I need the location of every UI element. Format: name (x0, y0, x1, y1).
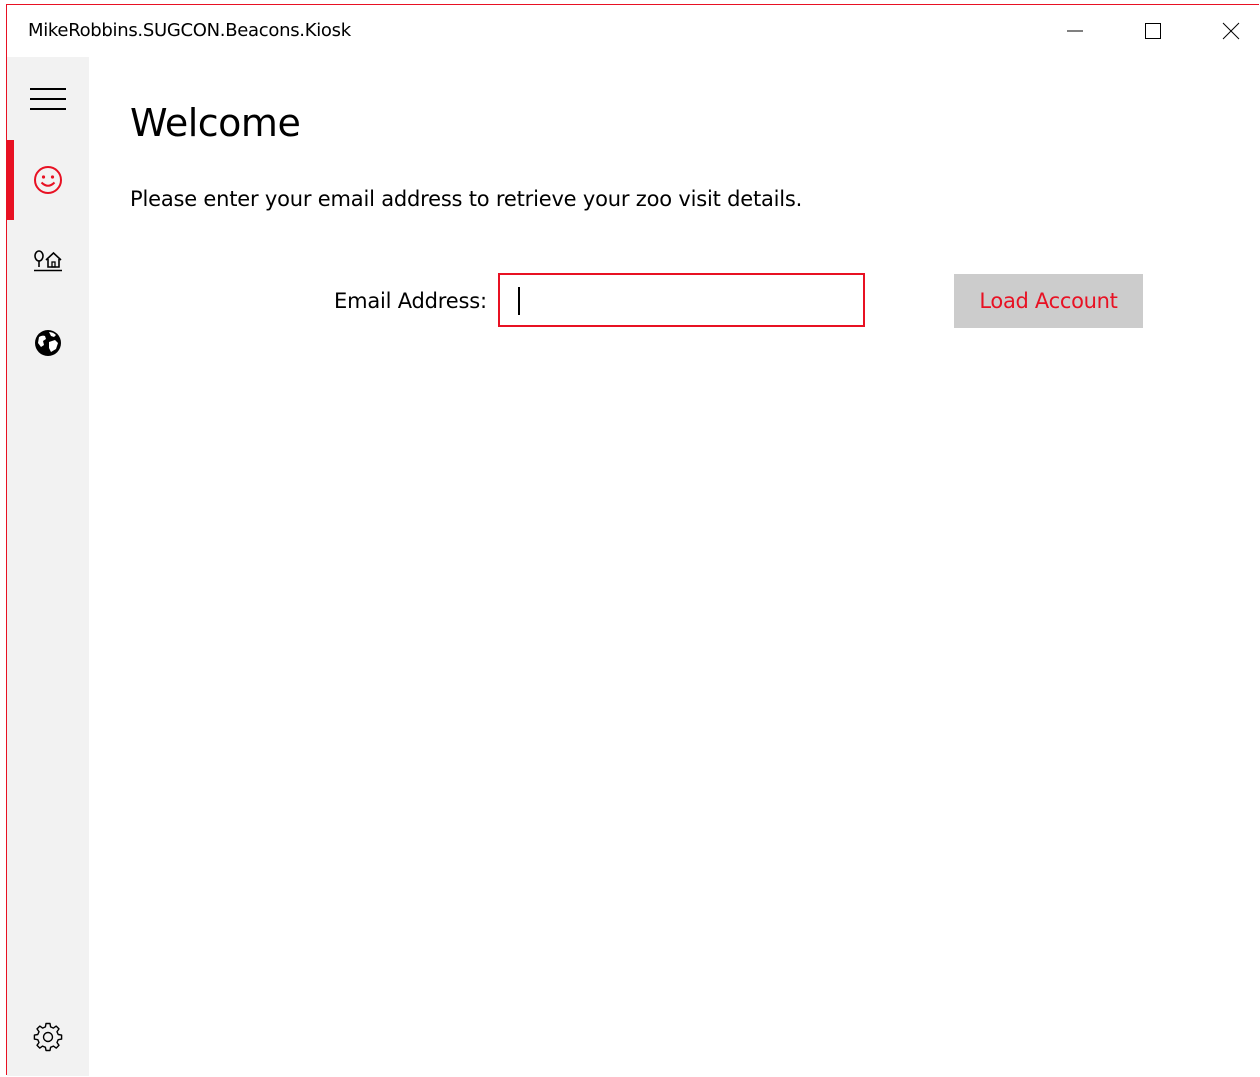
hamburger-icon (30, 88, 66, 110)
hamburger-menu-button[interactable] (7, 57, 89, 141)
nav-item-world[interactable] (7, 303, 89, 383)
nav-item-settings[interactable] (7, 997, 89, 1077)
close-icon (1222, 22, 1240, 40)
email-input[interactable] (498, 273, 865, 327)
app-title: MikeRobbins.SUGCON.Beacons.Kiosk (28, 20, 351, 41)
navigation-pane (7, 57, 89, 1076)
smiley-icon (34, 166, 62, 194)
tree-house-icon (34, 250, 62, 272)
instruction-text: Please enter your email address to retri… (130, 187, 803, 211)
maximize-icon (1145, 23, 1161, 39)
title-bar[interactable]: MikeRobbins.SUGCON.Beacons.Kiosk (7, 5, 1259, 57)
gear-icon (33, 1022, 63, 1052)
app-window: MikeRobbins.SUGCON.Beacons.Kiosk Welcome… (6, 4, 1259, 1076)
nav-item-zoo[interactable] (7, 221, 89, 301)
main-content: Welcome Please enter your email address … (89, 57, 1259, 1075)
page-title: Welcome (130, 101, 301, 145)
globe-icon (35, 330, 61, 356)
close-button[interactable] (1193, 5, 1260, 57)
email-label: Email Address: (334, 289, 487, 313)
load-account-button[interactable]: Load Account (954, 274, 1143, 328)
minimize-button[interactable] (1037, 5, 1113, 57)
text-caret (518, 287, 520, 315)
maximize-button[interactable] (1115, 5, 1191, 57)
nav-item-welcome[interactable] (7, 140, 89, 220)
selection-indicator (7, 140, 14, 220)
minimize-icon (1067, 30, 1083, 32)
